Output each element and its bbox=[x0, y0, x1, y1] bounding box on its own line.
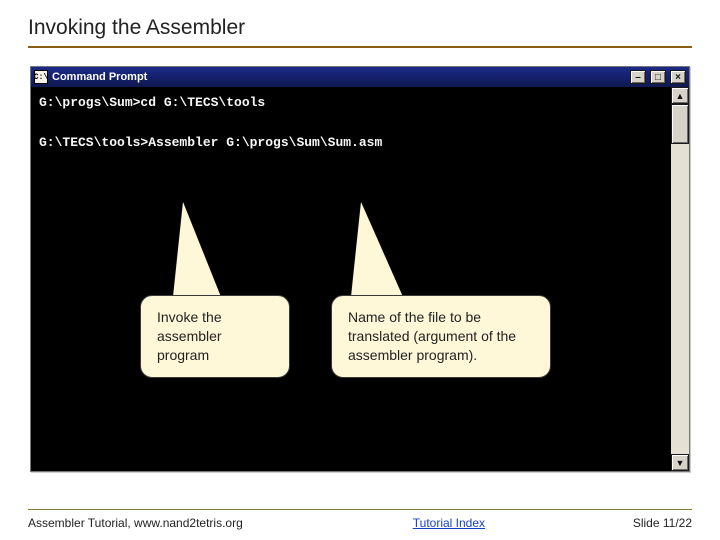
terminal-line-1: G:\progs\Sum>cd G:\TECS\tools bbox=[39, 95, 265, 110]
tutorial-index-link[interactable]: Tutorial Index bbox=[413, 516, 485, 530]
footer-rule bbox=[28, 509, 692, 510]
callout-invoke-assembler: Invoke the assembler program bbox=[140, 295, 290, 378]
scroll-down-button[interactable]: ▼ bbox=[671, 454, 689, 471]
slide-number: Slide 11/22 bbox=[633, 516, 692, 530]
window-titlebar: C:\ Command Prompt – □ × bbox=[31, 67, 689, 87]
title-rule bbox=[28, 46, 692, 48]
callout-pointer-2 bbox=[351, 202, 403, 297]
window-controls: – □ × bbox=[630, 70, 687, 84]
vertical-scrollbar[interactable]: ▲ ▼ bbox=[671, 87, 689, 471]
scroll-thumb[interactable] bbox=[671, 104, 689, 144]
scroll-track[interactable] bbox=[671, 104, 689, 454]
window-title: Command Prompt bbox=[52, 71, 630, 83]
command-prompt-window: C:\ Command Prompt – □ × G:\progs\Sum>cd… bbox=[30, 66, 690, 472]
callout-file-argument: Name of the file to be translated (argum… bbox=[331, 295, 551, 378]
command-prompt-icon: C:\ bbox=[34, 70, 48, 84]
scroll-up-button[interactable]: ▲ bbox=[671, 87, 689, 104]
footer-source: Assembler Tutorial, www.nand2tetris.org bbox=[28, 516, 243, 530]
slide-title: Invoking the Assembler bbox=[28, 16, 692, 40]
slide-footer: Assembler Tutorial, www.nand2tetris.org … bbox=[28, 509, 692, 530]
maximize-button[interactable]: □ bbox=[650, 70, 666, 84]
callout-pointer-1 bbox=[173, 202, 221, 297]
minimize-button[interactable]: – bbox=[630, 70, 646, 84]
close-button[interactable]: × bbox=[670, 70, 686, 84]
terminal-line-2: G:\TECS\tools>Assembler G:\progs\Sum\Sum… bbox=[39, 135, 382, 150]
